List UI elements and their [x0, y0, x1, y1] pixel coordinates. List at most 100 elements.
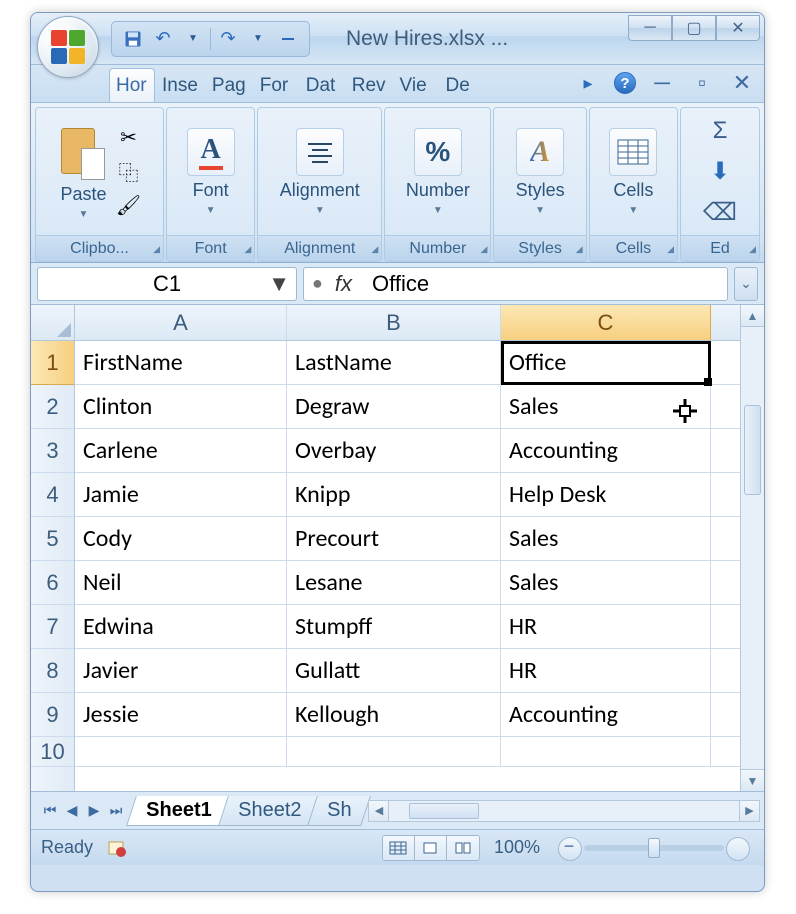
- row-header-6[interactable]: 6: [31, 561, 74, 605]
- cell[interactable]: Jamie: [75, 473, 287, 516]
- qat-customize[interactable]: [275, 26, 301, 52]
- zoom-in-button[interactable]: +: [728, 836, 750, 858]
- view-page-layout-button[interactable]: [415, 836, 447, 860]
- tab-formulas[interactable]: For: [253, 68, 299, 102]
- fill-button[interactable]: ⬇: [710, 157, 730, 186]
- cell[interactable]: Jessie: [75, 693, 287, 736]
- group-alignment-label[interactable]: Alignment: [258, 235, 381, 261]
- column-header-b[interactable]: B: [287, 305, 501, 340]
- help-button[interactable]: ?: [614, 72, 636, 94]
- row-header-1[interactable]: 1: [31, 341, 74, 385]
- cell[interactable]: Office: [501, 341, 711, 384]
- cell[interactable]: Cody: [75, 517, 287, 560]
- cancel-icon[interactable]: ●: [312, 273, 323, 294]
- sheet-first-button[interactable]: ⏮: [41, 802, 59, 819]
- cell[interactable]: Precourt: [287, 517, 501, 560]
- workbook-close-button[interactable]: ✕: [728, 71, 756, 95]
- cell[interactable]: HR: [501, 605, 711, 648]
- select-all-corner[interactable]: [31, 305, 74, 341]
- cell[interactable]: Sales: [501, 517, 711, 560]
- cell[interactable]: HR: [501, 649, 711, 692]
- column-header-a[interactable]: A: [75, 305, 287, 340]
- hscroll-thumb[interactable]: [409, 803, 479, 819]
- cell[interactable]: Help Desk: [501, 473, 711, 516]
- cell[interactable]: [287, 737, 501, 766]
- macro-record-icon[interactable]: [107, 838, 127, 858]
- paste-button[interactable]: Paste ▼: [56, 118, 110, 226]
- row-header-3[interactable]: 3: [31, 429, 74, 473]
- minimize-ribbon-button[interactable]: ─: [648, 71, 676, 95]
- scroll-up-icon[interactable]: ▲: [741, 305, 764, 327]
- row-header-7[interactable]: 7: [31, 605, 74, 649]
- cell[interactable]: Clinton: [75, 385, 287, 428]
- sheet-tab-1[interactable]: Sheet1: [126, 796, 231, 826]
- horizontal-scrollbar[interactable]: ◀ ▶: [368, 800, 760, 822]
- formula-input[interactable]: Office: [364, 271, 719, 297]
- cell[interactable]: [75, 737, 287, 766]
- row-header-10[interactable]: 10: [31, 737, 74, 767]
- autosum-button[interactable]: Σ: [713, 117, 728, 145]
- sheet-tab-3[interactable]: Sh: [307, 796, 371, 826]
- close-button[interactable]: ✕: [716, 15, 760, 41]
- cell[interactable]: FirstName: [75, 341, 287, 384]
- zoom-slider[interactable]: − +: [584, 845, 724, 851]
- office-button[interactable]: [37, 16, 99, 78]
- cell[interactable]: Knipp: [287, 473, 501, 516]
- cell[interactable]: Accounting: [501, 693, 711, 736]
- tab-insert[interactable]: Inse: [155, 68, 205, 102]
- undo-dropdown[interactable]: ▼: [180, 26, 206, 52]
- cell[interactable]: Accounting: [501, 429, 711, 472]
- cell[interactable]: Javier: [75, 649, 287, 692]
- font-dialog-button[interactable]: A Font ▼: [183, 122, 239, 222]
- scroll-down-icon[interactable]: ▼: [741, 769, 764, 791]
- cells-button[interactable]: Cells ▼: [605, 122, 661, 222]
- view-page-break-button[interactable]: [447, 836, 479, 860]
- cell[interactable]: Overbay: [287, 429, 501, 472]
- row-header-8[interactable]: 8: [31, 649, 74, 693]
- scroll-right-icon[interactable]: ▸: [574, 71, 602, 95]
- tab-data[interactable]: Dat: [299, 68, 345, 102]
- format-painter-button[interactable]: 🖌: [115, 192, 143, 220]
- group-editing-label[interactable]: Ed: [681, 235, 759, 261]
- minimize-button[interactable]: ─: [628, 15, 672, 41]
- group-font-label[interactable]: Font: [167, 235, 254, 261]
- sheet-tab-2[interactable]: Sheet2: [218, 796, 321, 826]
- cell[interactable]: Sales: [501, 385, 711, 428]
- cell[interactable]: [501, 737, 711, 766]
- view-normal-button[interactable]: [383, 836, 415, 860]
- sheet-prev-button[interactable]: ◀: [63, 802, 81, 819]
- clear-button[interactable]: ⌫: [703, 198, 737, 227]
- vertical-scrollbar[interactable]: ▲ ▼: [740, 305, 764, 791]
- cut-button[interactable]: ✂: [115, 124, 143, 152]
- tab-review[interactable]: Rev: [345, 68, 393, 102]
- group-number-label[interactable]: Number: [385, 235, 490, 261]
- vscroll-thumb[interactable]: [744, 405, 761, 495]
- scroll-right-icon[interactable]: ▶: [739, 801, 759, 821]
- cell[interactable]: Edwina: [75, 605, 287, 648]
- row-header-5[interactable]: 5: [31, 517, 74, 561]
- cell[interactable]: Carlene: [75, 429, 287, 472]
- tab-developer[interactable]: De: [439, 68, 485, 102]
- tab-view[interactable]: Vie: [393, 68, 439, 102]
- workbook-restore-button[interactable]: ▫: [688, 71, 716, 95]
- row-header-4[interactable]: 4: [31, 473, 74, 517]
- styles-button[interactable]: A Styles ▼: [512, 122, 569, 222]
- save-button[interactable]: [120, 26, 146, 52]
- cell[interactable]: Degraw: [287, 385, 501, 428]
- zoom-out-button[interactable]: −: [558, 836, 580, 858]
- cell[interactable]: Neil: [75, 561, 287, 604]
- group-cells-label[interactable]: Cells: [590, 235, 677, 261]
- cell[interactable]: Stumpff: [287, 605, 501, 648]
- group-clipboard-label[interactable]: Clipbo...: [36, 235, 163, 261]
- redo-button[interactable]: ↷: [215, 26, 241, 52]
- zoom-percent[interactable]: 100%: [494, 837, 540, 858]
- tab-page-layout[interactable]: Pag: [205, 68, 253, 102]
- expand-formula-bar-button[interactable]: ⌄: [734, 267, 758, 301]
- copy-button[interactable]: ⿻: [115, 158, 143, 186]
- cell[interactable]: Sales: [501, 561, 711, 604]
- redo-dropdown[interactable]: ▼: [245, 26, 271, 52]
- scroll-left-icon[interactable]: ◀: [369, 801, 389, 821]
- alignment-dialog-button[interactable]: Alignment ▼: [276, 122, 364, 222]
- cell[interactable]: Kellough: [287, 693, 501, 736]
- fx-icon[interactable]: fx: [335, 271, 352, 297]
